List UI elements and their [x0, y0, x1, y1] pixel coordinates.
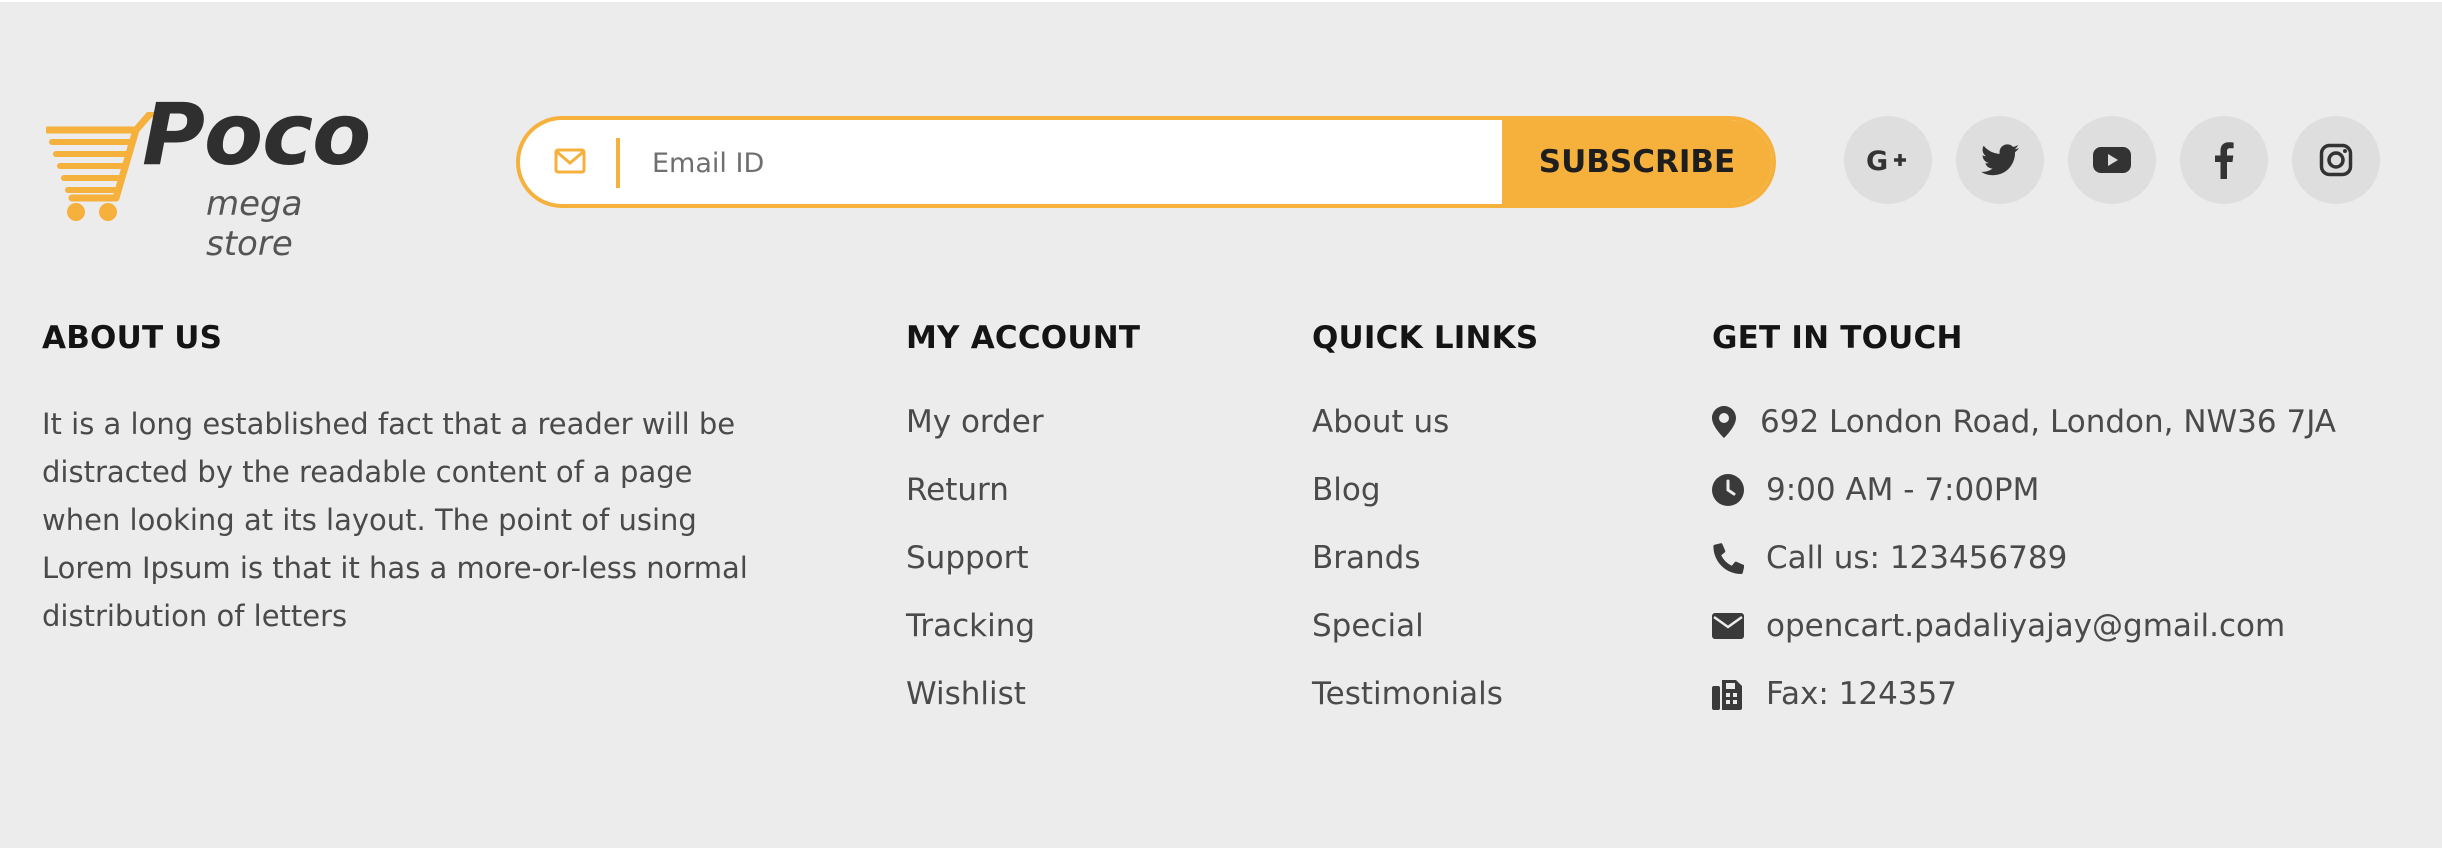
- quick-links-title: QUICK LINKS: [1312, 320, 1539, 356]
- subscribe-button[interactable]: SUBSCRIBE: [1502, 120, 1772, 204]
- facebook-icon: [2215, 142, 2234, 179]
- link-about-us[interactable]: About us: [1312, 402, 1538, 470]
- email-input[interactable]: [650, 120, 1514, 204]
- contact-address: 692 London Road, London, NW36 7JA: [1712, 402, 2336, 470]
- contact-email-text: opencart.padaliyajay@gmail.com: [1766, 608, 2286, 644]
- site-footer: Poco mega store SUBSCRIBE G: [0, 0, 2442, 848]
- link-testimonials[interactable]: Testimonials: [1312, 674, 1538, 742]
- social-youtube-button[interactable]: [2068, 116, 2156, 204]
- input-divider: [616, 138, 620, 188]
- contact-phone[interactable]: Call us: 123456789: [1712, 538, 2336, 606]
- contact-fax: Fax: 124357: [1712, 674, 2336, 742]
- my-account-title: MY ACCOUNT: [906, 320, 1141, 356]
- contact-hours-text: 9:00 AM - 7:00PM: [1766, 472, 2040, 508]
- phone-icon: [1713, 543, 1744, 574]
- brand-logo[interactable]: Poco mega store: [46, 92, 376, 264]
- about-us-title: ABOUT US: [42, 320, 223, 356]
- contact-fax-text: Fax: 124357: [1766, 676, 1957, 712]
- quick-links-section: QUICK LINKS About us Blog Brands Special…: [1312, 318, 1538, 742]
- envelope-icon: [1712, 613, 1744, 639]
- fax-icon: [1712, 680, 1742, 710]
- contact-address-text: 692 London Road, London, NW36 7JA: [1760, 404, 2337, 440]
- my-account-links: My order Return Support Tracking Wishlis…: [906, 402, 1140, 742]
- link-special[interactable]: Special: [1312, 606, 1538, 674]
- get-in-touch-title: GET IN TOUCH: [1712, 320, 1963, 356]
- newsletter-form: SUBSCRIBE: [516, 116, 1776, 208]
- envelope-icon: [554, 148, 586, 174]
- contact-hours: 9:00 AM - 7:00PM: [1712, 470, 2336, 538]
- quick-links-list: About us Blog Brands Special Testimonial…: [1312, 402, 1538, 742]
- clock-icon: [1712, 474, 1744, 506]
- my-account-section: MY ACCOUNT My order Return Support Track…: [906, 318, 1140, 742]
- link-return[interactable]: Return: [906, 470, 1140, 538]
- map-pin-icon: [1712, 406, 1736, 438]
- about-us-text: It is a long established fact that a rea…: [42, 407, 748, 633]
- social-twitter-button[interactable]: [1956, 116, 2044, 204]
- contact-list: 692 London Road, London, NW36 7JA 9:00 A…: [1712, 402, 2336, 742]
- brand-tagline: mega store: [206, 184, 303, 264]
- link-support[interactable]: Support: [906, 538, 1140, 606]
- instagram-icon: [2319, 143, 2353, 177]
- about-us-section: ABOUT US It is a long established fact t…: [42, 318, 772, 669]
- link-my-order[interactable]: My order: [906, 402, 1140, 470]
- social-instagram-button[interactable]: [2292, 116, 2380, 204]
- social-links: G: [1844, 116, 2380, 208]
- svg-text:G: G: [1866, 146, 1888, 175]
- contact-email[interactable]: opencart.padaliyajay@gmail.com: [1712, 606, 2336, 674]
- link-blog[interactable]: Blog: [1312, 470, 1538, 538]
- link-wishlist[interactable]: Wishlist: [906, 674, 1140, 742]
- social-google-plus-button[interactable]: G: [1844, 116, 1932, 204]
- twitter-icon: [1981, 144, 2019, 176]
- social-facebook-button[interactable]: [2180, 116, 2268, 204]
- youtube-icon: [2093, 147, 2131, 173]
- link-brands[interactable]: Brands: [1312, 538, 1538, 606]
- google-plus-icon: G: [1866, 146, 1906, 175]
- brand-name: Poco: [142, 85, 371, 185]
- link-tracking[interactable]: Tracking: [906, 606, 1140, 674]
- get-in-touch-section: GET IN TOUCH 692 London Road, London, NW…: [1712, 318, 2336, 742]
- contact-phone-text: Call us: 123456789: [1766, 540, 2068, 576]
